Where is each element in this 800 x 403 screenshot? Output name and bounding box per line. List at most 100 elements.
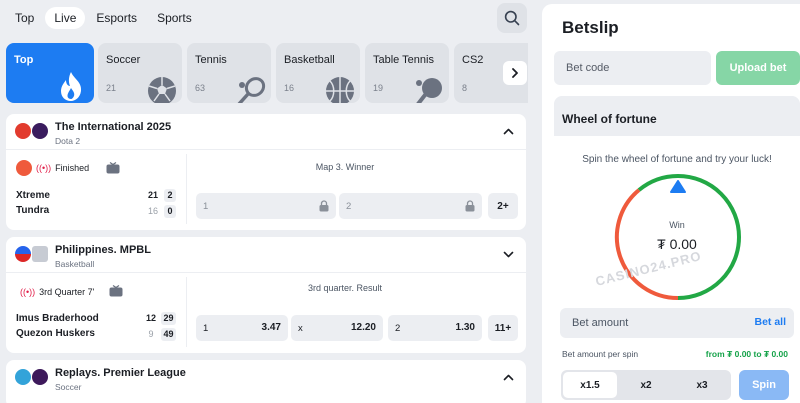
odd-value: 1.30 [455,322,475,333]
divider [186,277,187,347]
per-spin-label: Bet amount per spin [562,349,639,359]
odd-button[interactable]: x 12.20 [291,315,383,341]
team-name: Imus Braderhood [16,313,99,324]
league-title: The International 2025 [55,121,172,133]
win-label: Win [669,220,685,230]
tennis-racket-icon [237,77,266,103]
sport-card-table-tennis[interactable]: Table Tennis 19 [365,43,449,103]
basketball-icon [326,77,354,103]
table-tennis-icon [416,78,442,103]
tab-esports[interactable]: Esports [87,7,146,29]
spin-button[interactable]: Spin [739,370,789,400]
match-header[interactable]: Philippines. MPBL Basketball [6,237,526,273]
lock-icon [319,200,329,212]
match-header[interactable]: Replays. Premier League Soccer [6,360,526,396]
sport-name: Table Tennis [373,54,434,66]
wheel-title: Wheel of fortune [562,112,657,126]
philippines-flag-icon [15,246,31,262]
odd-button[interactable]: 1 [196,193,336,219]
team-name: Quezon Huskers [16,328,95,339]
top-nav: Top Live Esports Sports [6,6,203,30]
chevron-right-icon [512,68,518,78]
per-spin-range: from ₮ 0.00 to ₮ 0.00 [705,349,788,359]
team-name: Xtreme [16,190,50,201]
odd-label: 2 [395,323,401,334]
search-button[interactable] [497,3,527,33]
wheel-description: Spin the wheel of fortune and try your l… [582,154,772,165]
odd-button[interactable]: 2 1.30 [388,315,482,341]
upload-bet-button[interactable]: Upload bet [716,51,800,85]
chevron-up-icon[interactable] [503,372,514,383]
league-subtitle: Dota 2 [55,136,81,146]
sport-card-basketball[interactable]: Basketball 16 [276,43,360,103]
sport-card-tennis[interactable]: Tennis 63 [187,43,271,103]
sport-card-top[interactable]: Top [6,43,94,103]
multiplier-x3[interactable]: x3 [675,372,729,398]
tv-icon[interactable] [106,162,120,174]
multiplier-x1-5[interactable]: x1.5 [563,372,617,398]
match-card: The International 2025 Dota 2 ((•)) Fini… [6,114,526,230]
more-markets-button[interactable]: 2+ [488,193,518,219]
win-value: ₮ 0.00 [657,236,697,252]
multiplier-x2[interactable]: x2 [619,372,673,398]
sport-name: Basketball [284,54,335,66]
status-text: 3rd Quarter 7' [39,287,95,297]
team-score: 29 [161,312,176,325]
bet-amount-field[interactable]: Bet all [560,308,794,338]
multiplier-group: x1.5 x2 x3 [561,370,731,400]
league-subtitle: Basketball [55,259,95,269]
flame-icon [61,72,82,101]
odd-label: 2 [346,201,352,212]
odd-button[interactable]: 2 [339,193,482,219]
sport-count: 63 [195,83,206,93]
sport-card-soccer[interactable]: Soccer 21 [98,43,182,103]
match-card: Replays. Premier League Soccer [6,360,526,403]
status-text: Finished [55,163,90,173]
sport-name: Soccer [106,54,141,66]
match-header[interactable]: The International 2025 Dota 2 [6,114,526,150]
tab-live[interactable]: Live [45,7,86,29]
bet-amount-input[interactable] [560,308,720,338]
sport-name: Top [14,54,34,66]
odd-label: 1 [203,323,209,334]
team-score: 0 [164,205,176,218]
odd-value: 12.20 [350,322,376,333]
chevron-down-icon[interactable] [503,249,514,260]
league-logo-icon [32,246,48,262]
team-score: 9 [148,329,154,339]
more-markets-button[interactable]: 11+ [488,315,518,341]
team-score: 2 [164,189,176,202]
league-title: Philippines. MPBL [55,244,151,256]
odd-value: 3.47 [261,322,281,333]
betslip-title: Betslip [562,18,619,37]
tab-sports[interactable]: Sports [148,7,201,29]
carousel-next-button[interactable] [503,61,527,85]
tournament-logo-icon [32,123,48,139]
sport-count: 16 [284,83,295,93]
live-signal-icon: ((•)) [20,287,36,297]
wheel-pointer-icon [670,180,686,193]
lock-icon [465,200,475,212]
market-title: Map 3. Winner [315,162,375,172]
live-signal-icon: ((•)) [36,163,52,173]
team-score: 12 [145,313,156,323]
bet-all-button[interactable]: Bet all [754,316,786,328]
league-title: Replays. Premier League [55,367,186,379]
sport-count: 19 [373,83,384,93]
premier-league-logo-icon [32,369,48,385]
tv-icon[interactable] [109,285,123,297]
divider [186,154,187,224]
bet-code-input[interactable] [554,51,711,85]
team-score: 16 [147,206,158,216]
sport-carousel: Top Soccer 21 Tennis 63 Basketball 16 Ta… [6,43,528,103]
chevron-up-icon[interactable] [503,126,514,137]
replay-logo-icon [15,369,31,385]
team-name: Tundra [16,205,50,216]
market-title: 3rd quarter. Result [307,283,383,293]
soccer-ball-icon [148,77,176,103]
odd-button[interactable]: 1 3.47 [196,315,288,341]
wheel-of-fortune: Wheel of fortune Spin the wheel of fortu… [554,96,800,403]
match-status: ((•)) 3rd Quarter 7' [20,287,94,297]
search-icon [504,10,520,26]
tab-top[interactable]: Top [6,7,43,29]
